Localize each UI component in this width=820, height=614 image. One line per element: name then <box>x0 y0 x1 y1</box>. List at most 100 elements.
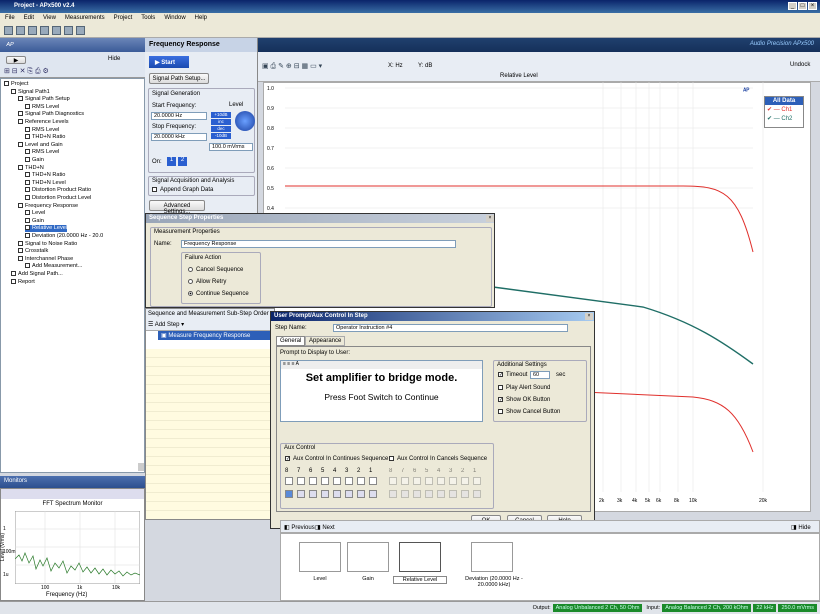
checkbox-icon[interactable] <box>11 278 16 284</box>
bit-toggle[interactable] <box>285 490 293 498</box>
radio-allow-retry[interactable]: Allow Retry <box>188 279 226 285</box>
checkbox-icon[interactable] <box>18 141 23 147</box>
show-cancel-checkbox[interactable]: Show Cancel Button <box>498 409 560 415</box>
append-graph-checkbox[interactable]: Append Graph Data <box>152 187 213 193</box>
speaker-icon[interactable] <box>76 26 85 35</box>
tree-item[interactable]: Signal to Noise Ratio <box>18 241 77 248</box>
signal-path-setup-button[interactable]: Signal Path Setup... <box>149 73 209 84</box>
bandwidth-status[interactable]: 22 kHz <box>753 604 777 612</box>
tree-tool-icons[interactable]: ⊞ ⊟ ✕ ⎘ ⎙ ⚙ <box>4 67 49 76</box>
bit-checkbox[interactable] <box>369 477 377 485</box>
level-knob[interactable] <box>235 111 255 131</box>
hide-button[interactable]: Hide <box>108 56 120 62</box>
tree-item[interactable]: Add Measurement... <box>25 263 82 270</box>
bit-toggle[interactable] <box>461 490 469 498</box>
tab-appearance[interactable]: Appearance <box>305 336 346 346</box>
dec-button[interactable]: dec <box>211 126 231 132</box>
tree-item[interactable]: RMS Level <box>25 127 59 134</box>
menu-item-3[interactable]: Measurements <box>65 15 105 22</box>
seq-props-close-icon[interactable]: × <box>486 215 494 222</box>
bit-toggle[interactable] <box>425 490 433 498</box>
bit-toggle[interactable] <box>369 490 377 498</box>
tree-item[interactable]: THD+N Ratio <box>25 172 65 179</box>
thumb-gain[interactable] <box>347 542 389 572</box>
up10-button[interactable]: +10dB <box>211 112 231 118</box>
tree-item[interactable]: Project <box>4 81 28 88</box>
show-ok-checkbox[interactable]: ✓ Show OK Button <box>498 397 550 403</box>
next-button[interactable]: ◨ Next <box>315 524 335 531</box>
prompt-close-icon[interactable]: × <box>585 313 593 320</box>
bit-toggle[interactable] <box>389 490 397 498</box>
bit-checkbox[interactable] <box>285 477 293 485</box>
bit-checkbox[interactable] <box>357 477 365 485</box>
menu-item-7[interactable]: Help <box>195 15 207 22</box>
bit-checkbox[interactable] <box>401 477 409 485</box>
thumb-level[interactable] <box>299 542 341 572</box>
ch1-toggle[interactable]: 1 <box>167 157 176 166</box>
radio-continue-sequence[interactable]: Continue Sequence <box>188 291 249 297</box>
menu-item-6[interactable]: Window <box>164 15 185 22</box>
menu-item-4[interactable]: Project <box>114 15 133 22</box>
bit-checkbox[interactable] <box>345 477 353 485</box>
tree-item[interactable]: Interchannel Phase <box>18 256 73 263</box>
checkbox-icon[interactable] <box>25 157 30 163</box>
checkbox-icon[interactable] <box>18 248 23 254</box>
y-unit-select[interactable]: Y: dB <box>418 63 432 69</box>
menu-item-2[interactable]: View <box>43 15 56 22</box>
bit-toggle[interactable] <box>309 490 317 498</box>
aux-continue-checkbox[interactable]: ✓ Aux Control In Continues Sequence <box>285 456 388 462</box>
level-status[interactable]: 250.0 mVrms <box>778 604 817 612</box>
x-unit-select[interactable]: X: Hz <box>388 63 403 69</box>
bit-toggle[interactable] <box>437 490 445 498</box>
start-freq-input[interactable] <box>151 112 207 120</box>
close-icon[interactable]: × <box>808 2 817 10</box>
checkbox-icon[interactable] <box>25 217 30 223</box>
bit-toggle[interactable] <box>413 490 421 498</box>
bit-checkbox[interactable] <box>309 477 317 485</box>
checkbox-icon[interactable] <box>18 96 23 102</box>
previous-button[interactable]: ◧ Previous <box>284 524 315 531</box>
bit-toggle[interactable] <box>333 490 341 498</box>
tree-item[interactable]: Gain <box>25 157 44 164</box>
align-icons[interactable]: ≡ ≡ ≡ A <box>281 361 482 369</box>
checkbox-icon[interactable] <box>25 225 30 231</box>
checkbox-icon[interactable] <box>25 103 30 109</box>
bit-checkbox[interactable] <box>321 477 329 485</box>
tab-general[interactable]: General <box>276 336 306 346</box>
bit-toggle[interactable] <box>321 490 329 498</box>
menu-item-0[interactable]: File <box>5 15 15 22</box>
bit-checkbox[interactable] <box>297 477 305 485</box>
output-status[interactable]: Analog Unbalanced 2 Ch, 50 Ohm <box>552 604 643 612</box>
checkbox-icon[interactable] <box>25 149 30 155</box>
tree-item[interactable]: Add Signal Path... <box>11 271 63 278</box>
tree-item[interactable]: Gain <box>25 218 44 225</box>
tree-item[interactable]: Signal Path1 <box>11 89 50 96</box>
bit-checkbox[interactable] <box>449 477 457 485</box>
bit-toggle[interactable] <box>297 490 305 498</box>
aux-cancel-checkbox[interactable]: Aux Control In Cancels Sequence <box>389 456 487 462</box>
checkbox-icon[interactable] <box>25 179 30 185</box>
graph-tool-icons[interactable]: ▣ ⎙ ✎ ⊕ ⊟ ▦ ▭ ▾ <box>262 62 322 71</box>
checkbox-icon[interactable] <box>25 126 30 132</box>
checkbox-icon[interactable] <box>25 195 30 201</box>
name-input[interactable] <box>181 240 456 248</box>
bit-checkbox[interactable] <box>413 477 421 485</box>
open-icon[interactable] <box>16 26 25 35</box>
print-icon[interactable] <box>40 26 49 35</box>
bit-checkbox[interactable] <box>461 477 469 485</box>
timeout-input[interactable] <box>530 371 550 379</box>
new-icon[interactable] <box>4 26 13 35</box>
tree-item[interactable]: THD+N Level <box>25 180 66 187</box>
tree-item[interactable]: Reference Levels <box>18 119 69 126</box>
level-input[interactable] <box>209 143 253 151</box>
bit-toggle[interactable] <box>449 490 457 498</box>
checkbox-icon[interactable] <box>25 134 30 140</box>
bit-checkbox[interactable] <box>333 477 341 485</box>
ch2-toggle[interactable]: 2 <box>178 157 187 166</box>
minimize-icon[interactable]: _ <box>788 2 797 10</box>
checkbox-icon[interactable] <box>25 210 30 216</box>
bit-checkbox[interactable] <box>425 477 433 485</box>
thumb-relative-level[interactable] <box>399 542 441 572</box>
checkbox-icon[interactable] <box>18 111 23 117</box>
tree-item[interactable]: Level and Gain <box>18 142 63 149</box>
